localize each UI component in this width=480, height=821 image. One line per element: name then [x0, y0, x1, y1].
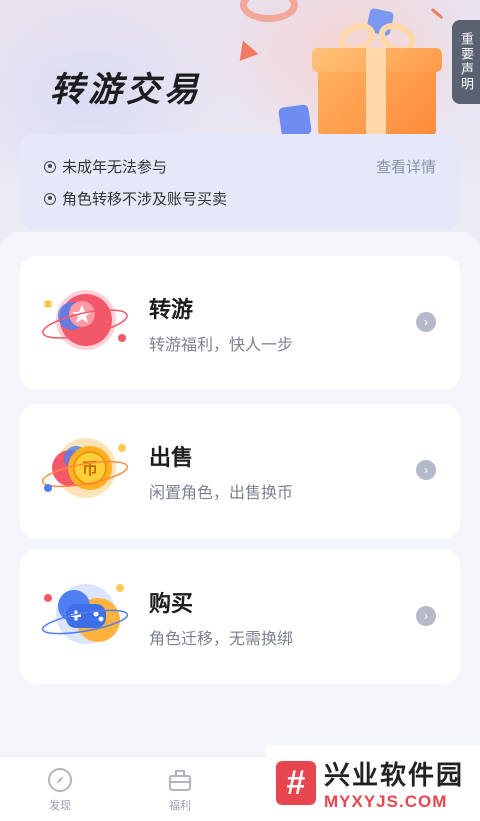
bullet-icon — [44, 160, 56, 173]
info-item: 角色转移不涉及账号买卖 — [44, 188, 227, 209]
sell-card[interactable]: 币 出售 闲置角色，出售换币 › — [20, 404, 460, 538]
buy-card[interactable]: 购买 角色迁移，无需换绑 › — [20, 550, 460, 684]
compass-icon — [48, 768, 72, 792]
view-details-link[interactable]: 查看详情 — [376, 156, 436, 177]
tab-welfare[interactable]: 福利 — [150, 767, 210, 813]
transfer-card[interactable]: 转游 转游福利，快人一步 › — [20, 256, 460, 390]
tab-label: 福利 — [169, 800, 191, 812]
info-item-text: 未成年无法参与 — [62, 159, 168, 176]
card-subtitle: 角色迁移，无需换绑 — [149, 631, 294, 648]
page-title: 转游交易 — [50, 71, 202, 109]
card-subtitle: 闲置角色，出售换币 — [149, 485, 294, 502]
card-title: 转游 — [149, 297, 194, 322]
info-notice-box: 未成年无法参与 角色转移不涉及账号买卖 查看详情 — [20, 134, 460, 230]
watermark-logo: # — [276, 761, 316, 805]
star-planet-icon — [42, 290, 128, 350]
info-item: 未成年无法参与 — [44, 156, 167, 177]
chevron-right-icon: › — [416, 606, 436, 626]
site-watermark: # 兴业软件园 MYXYJS.COM — [266, 745, 480, 821]
chevron-right-icon: › — [416, 312, 436, 332]
cube-decoration — [278, 104, 312, 138]
watermark-domain: MYXYJS.COM — [324, 791, 448, 811]
gamepad-planet-icon — [41, 584, 129, 644]
card-title: 出售 — [149, 445, 194, 470]
card-subtitle: 转游福利，快人一步 — [149, 337, 294, 354]
info-item-text: 角色转移不涉及账号买卖 — [62, 191, 228, 208]
tab-label: 发现 — [49, 800, 71, 812]
tab-discover[interactable]: 发现 — [30, 767, 90, 813]
card-title: 购买 — [149, 591, 194, 616]
watermark-name: 兴业软件园 — [324, 759, 465, 790]
bullet-icon — [44, 192, 56, 205]
gift-box-icon — [169, 770, 191, 791]
chevron-right-icon: › — [416, 460, 436, 480]
main-panel: 转游 转游福利，快人一步 › 币 出售 闲置角色，出售换币 › 购买 角色迁移，… — [0, 232, 480, 772]
coin-planet-icon: 币 — [41, 438, 129, 498]
important-notice-button[interactable]: 重要声明 — [452, 20, 480, 104]
gift-ribbon — [366, 48, 386, 138]
watermark-text: 兴业软件园 MYXYJS.COM — [324, 755, 464, 812]
